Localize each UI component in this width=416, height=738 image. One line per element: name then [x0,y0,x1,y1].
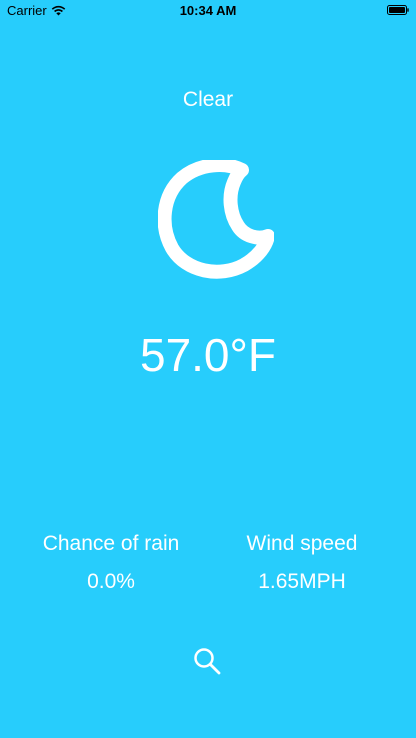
rain-value: 0.0% [87,570,135,593]
wind-label: Wind speed [246,532,358,555]
battery-icon [387,5,409,15]
search-button[interactable] [190,644,224,678]
rain-stat: Chance of rain 0.0% [21,532,201,594]
status-bar: Carrier 10:34 AM [0,0,416,22]
search-icon [194,648,221,675]
moon-icon [158,160,274,279]
wind-stat: Wind speed 1.65MPH [212,532,392,594]
weather-condition: Clear [182,88,234,111]
rain-label: Chance of rain [42,532,180,555]
wind-value: 1.65MPH [258,570,346,593]
status-time: 10:34 AM [179,3,237,18]
temperature-reading: 57.0°F [139,329,277,381]
